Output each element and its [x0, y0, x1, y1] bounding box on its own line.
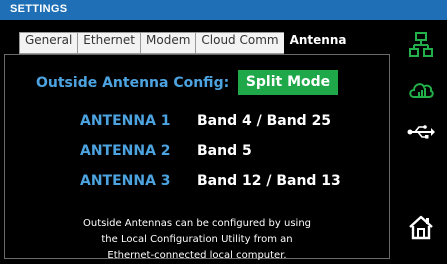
cloud-signal-icon[interactable]: [394, 78, 447, 100]
tab-ethernet[interactable]: Ethernet: [77, 32, 140, 54]
settings-main: General Ethernet Modem Cloud Comm Antenn…: [0, 20, 394, 263]
note-line-1: Outside Antennas can be configured by us…: [82, 218, 312, 229]
tab-cloud-comm[interactable]: Cloud Comm: [195, 32, 284, 54]
antenna-3-bands: Band 12 / Band 13: [197, 173, 341, 189]
antenna-config-label: Outside Antenna Config:: [36, 75, 230, 91]
tab-modem[interactable]: Modem: [140, 32, 196, 54]
antenna-1-name: ANTENNA 1: [80, 113, 171, 129]
antenna-3-name: ANTENNA 3: [80, 173, 171, 189]
antenna-2-name: ANTENNA 2: [80, 143, 171, 159]
antenna-2-bands: Band 5: [197, 143, 252, 159]
tab-general[interactable]: General: [19, 32, 78, 54]
note-line-3: Ethernet-connected local computer.: [107, 250, 287, 261]
home-icon[interactable]: [394, 214, 447, 240]
window-title: SETTINGS: [10, 3, 68, 15]
tab-antenna[interactable]: Antenna: [283, 32, 353, 54]
usb-icon[interactable]: [394, 124, 447, 140]
antenna-mode-badge: Split Mode: [238, 70, 338, 95]
note-line-2: the Local Configuration Utility from an: [101, 234, 293, 245]
antenna-config-note: Outside Antennas can be configured by us…: [20, 216, 374, 264]
tab-bar: General Ethernet Modem Cloud Comm Antenn…: [19, 32, 353, 54]
sidebar: [394, 20, 447, 263]
antenna-1-bands: Band 4 / Band 25: [197, 113, 332, 129]
network-icon[interactable]: [394, 32, 447, 58]
title-bar: SETTINGS: [0, 0, 447, 20]
